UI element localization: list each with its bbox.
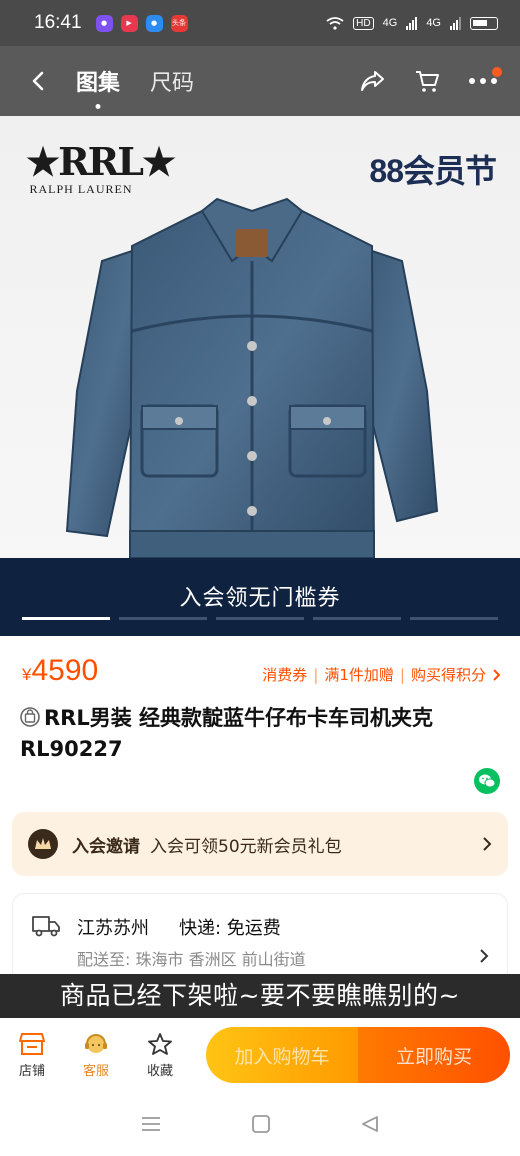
separator: | (399, 665, 405, 684)
status-app-icons: ● ▶ ● 头条 (95, 14, 188, 32)
crown-icon (28, 829, 58, 859)
network-label: 4G (426, 17, 441, 29)
progress-segment (216, 617, 304, 620)
toutiao-icon: 头条 (170, 14, 188, 32)
promo-logo: 88会员节 (369, 153, 497, 189)
top-navbar: 图集 尺码 (0, 46, 520, 116)
progress-segment (22, 617, 110, 620)
benefit-item: 满1件加赠 (324, 666, 394, 684)
store-button[interactable]: 店铺 (0, 1032, 64, 1079)
customer-service-icon (85, 1033, 107, 1053)
wifi-icon (326, 16, 344, 30)
progress-segment (313, 617, 401, 620)
favorite-button[interactable]: 收藏 (128, 1032, 192, 1079)
toast-message: 商品已经下架啦~要不要瞧瞧别的~ (0, 974, 520, 1018)
member-invite-title: 入会邀请 (72, 836, 140, 857)
brand-mark: ★RRL★ (26, 139, 176, 184)
shopping-bag-icon (20, 707, 40, 727)
price-value: 4590 (31, 654, 99, 687)
progress-segment (119, 617, 207, 620)
bottom-action-bar: 店铺 客服 收藏 加入购物车 立即购买 (0, 1018, 520, 1092)
app-icon: ● (95, 14, 113, 32)
chevron-right-icon (480, 949, 489, 963)
coupon-text: 入会领无门槛券 (179, 586, 341, 611)
benefits-link[interactable]: 消费券 | 满1件加赠 | 购买得积分 (262, 664, 502, 685)
brand-logo: ★RRL★ RALPH LAUREN (26, 139, 176, 197)
tab-size[interactable]: 尺码 (150, 65, 194, 97)
progress-segment (410, 617, 498, 620)
notification-dot (492, 67, 502, 77)
app-icon: ● (145, 14, 163, 32)
share-icon (361, 71, 384, 91)
member-invite-desc: 入会可领50元新会员礼包 (150, 836, 342, 857)
more-button[interactable] (468, 67, 502, 85)
status-indicators: HD 4G 4G (326, 16, 498, 30)
chevron-right-icon (493, 668, 501, 681)
customer-service-button[interactable]: 客服 (64, 1032, 128, 1079)
product-title-text: RRL男装 经典款靛蓝牛仔布卡车司机夹克RL90227 (20, 706, 434, 761)
buy-now-button[interactable]: 立即购买 (358, 1027, 510, 1083)
ship-destination: 配送至: 珠海市 香洲区 前山街道 (77, 950, 306, 969)
signal-icon (406, 16, 418, 30)
system-navigation-bar (0, 1092, 520, 1156)
ship-method: 快递: 免运费 (179, 918, 281, 939)
star-icon (148, 1032, 172, 1055)
hd-badge: HD (353, 16, 374, 30)
back-icon (32, 71, 44, 91)
member-invite-card[interactable]: 入会邀请 入会可领50元新会员礼包 (12, 812, 508, 876)
ship-origin: 江苏苏州 (77, 918, 149, 939)
signal-icon (450, 16, 461, 30)
benefit-item: 消费券 (262, 666, 308, 684)
status-bar: 16:41 ● ▶ ● 头条 HD 4G 4G (0, 0, 520, 46)
favorite-label: 收藏 (146, 1063, 173, 1079)
back-button[interactable] (0, 46, 76, 116)
tab-gallery[interactable]: 图集 (76, 65, 120, 97)
battery-icon (470, 16, 498, 30)
wechat-share-button[interactable] (474, 768, 500, 794)
price-row: ¥ 4590 消费券 | 满1件加赠 | 购买得积分 (22, 654, 502, 688)
cart-button[interactable] (414, 69, 440, 93)
product-image-gallery[interactable]: ★RRL★ RALPH LAUREN 88会员节 (0, 116, 520, 558)
denim-jacket-image (65, 197, 439, 558)
more-icon (469, 78, 497, 84)
cart-icon (416, 71, 439, 92)
customer-service-label: 客服 (82, 1063, 109, 1079)
status-time: 16:41 (34, 12, 82, 33)
menu-icon[interactable] (140, 1115, 162, 1133)
add-to-cart-button[interactable]: 加入购物车 (206, 1027, 358, 1083)
gallery-progress (22, 617, 498, 620)
currency-symbol: ¥ (22, 665, 32, 684)
purchase-buttons: 加入购物车 立即购买 (206, 1027, 510, 1083)
nav-actions (360, 67, 520, 93)
store-icon (19, 1032, 45, 1055)
chevron-right-icon (483, 837, 492, 851)
truck-icon (32, 916, 60, 937)
app-icon: ▶ (120, 14, 138, 32)
share-button[interactable] (360, 69, 386, 93)
back-nav-icon[interactable] (360, 1114, 380, 1134)
separator: | (313, 665, 319, 684)
home-icon[interactable] (251, 1114, 271, 1134)
benefit-item: 购买得积分 (410, 666, 486, 684)
coupon-banner[interactable]: 入会领无门槛券 (0, 558, 520, 636)
product-title: RRL男装 经典款靛蓝牛仔布卡车司机夹克RL90227 (20, 703, 500, 765)
store-label: 店铺 (18, 1063, 45, 1079)
network-label: 4G (382, 17, 398, 29)
wechat-icon (479, 774, 496, 788)
shipping-card[interactable]: 江苏苏州 快递: 免运费 配送至: 珠海市 香洲区 前山街道 (12, 893, 508, 983)
